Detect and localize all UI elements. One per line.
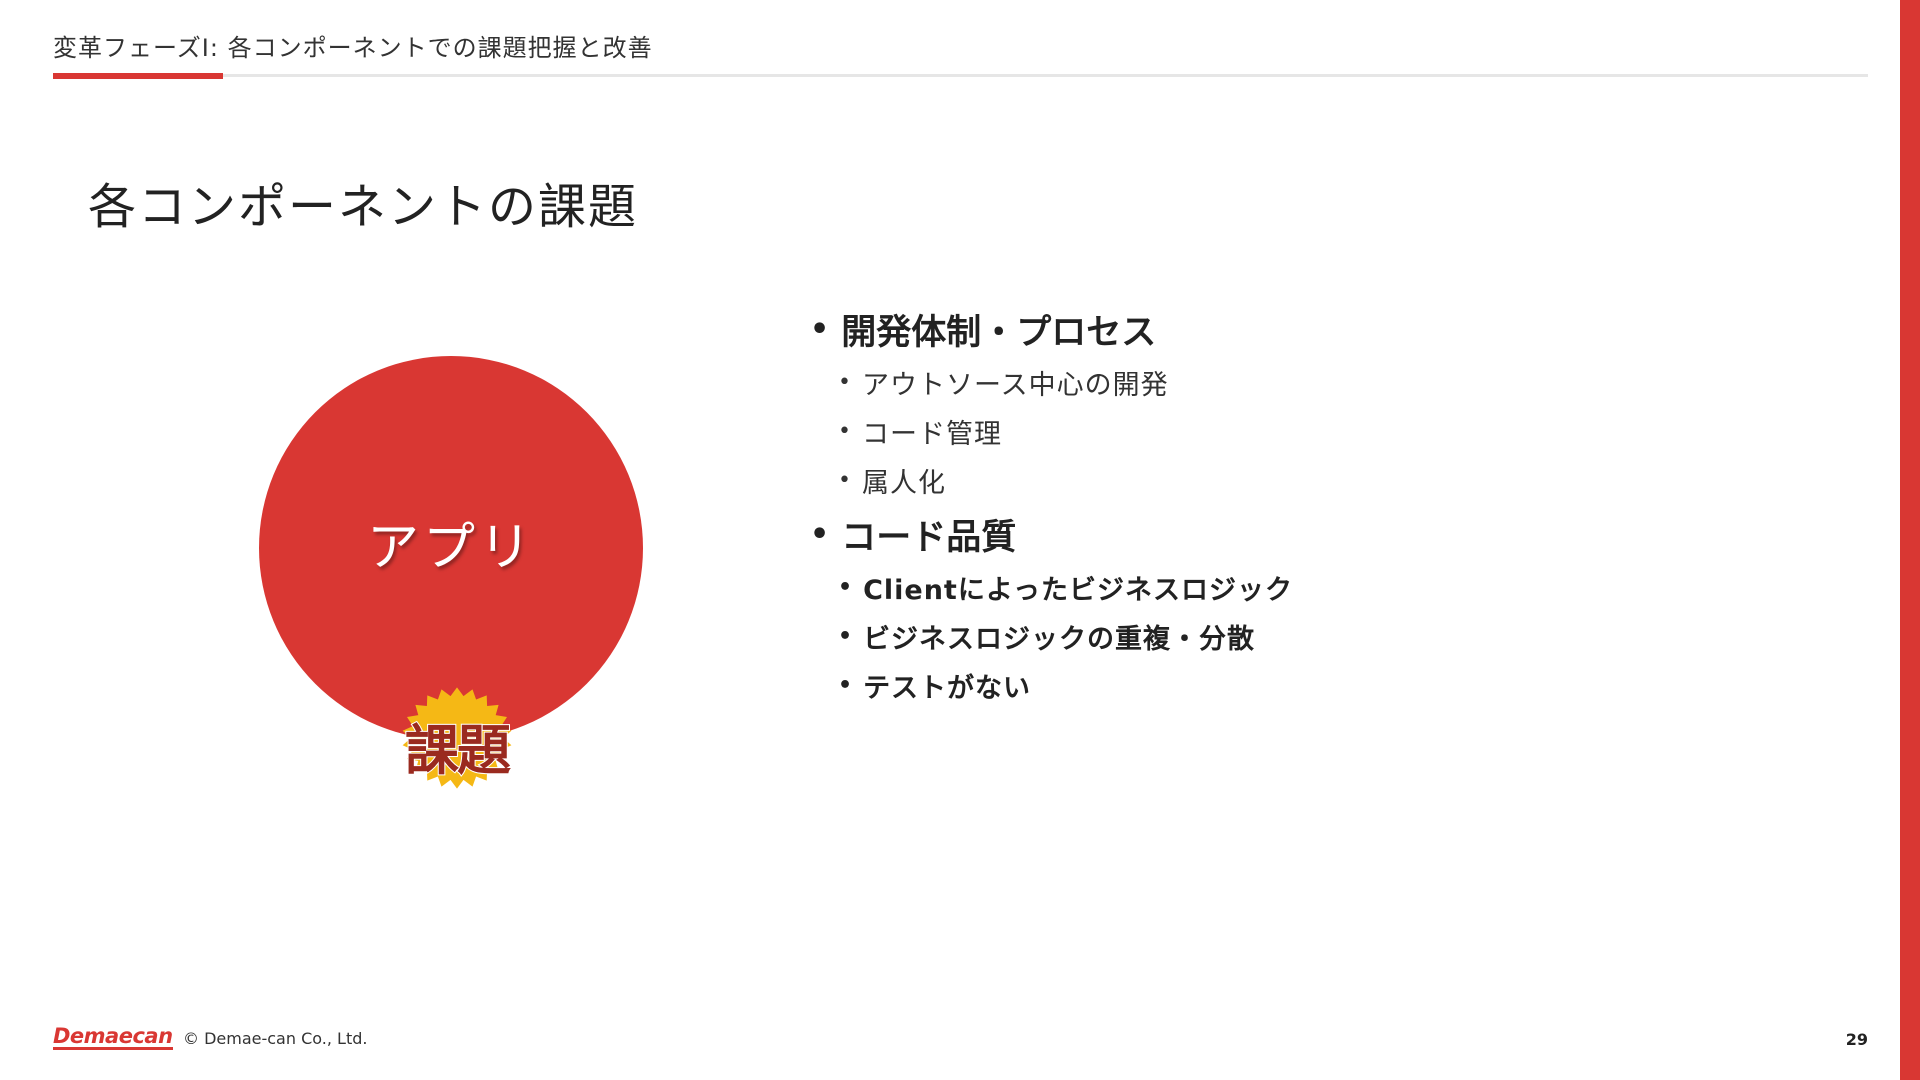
- bullet-heading-text: コード品質: [841, 517, 1017, 558]
- bullet-dot-icon: •: [838, 370, 852, 395]
- bullet-dot-icon: •: [838, 624, 854, 649]
- bullet-item-text: 属人化: [861, 468, 946, 499]
- slide-title: 各コンポーネントの課題: [88, 179, 639, 236]
- bullet-section: • コード品質 • Clientによったビジネスロジック • ビジネスロジックの…: [810, 505, 1293, 710]
- bullet-item-text: コード管理: [861, 419, 1002, 450]
- bullet-item-text: ビジネスロジックの重複・分散: [863, 624, 1256, 655]
- bullet-item-text: Clientによったビジネスロジック: [863, 575, 1294, 606]
- issue-bullet-list: • 開発体制・プロセス • アウトソース中心の開発 • コード管理 • 属人化 …: [810, 300, 1293, 710]
- bullet-item: • コード管理: [810, 407, 1293, 456]
- bullet-dot-icon: •: [838, 575, 854, 600]
- bullet-item-text: テストがない: [863, 673, 1032, 704]
- company-logo: Demaecan: [53, 1024, 173, 1050]
- copyright-text: © Demae-can Co., Ltd.: [183, 1029, 368, 1048]
- bullet-dot-icon: •: [838, 468, 852, 493]
- right-edge-accent-bar: [1900, 0, 1920, 1080]
- issue-badge-label: 課題: [404, 718, 512, 783]
- bullet-section: • 開発体制・プロセス • アウトソース中心の開発 • コード管理 • 属人化: [810, 300, 1293, 505]
- bullet-dot-icon: •: [838, 419, 852, 444]
- bullet-item: • アウトソース中心の開発: [810, 358, 1293, 407]
- bullet-item: • 属人化: [810, 456, 1293, 505]
- header-divider-accent: [53, 73, 223, 79]
- bullet-dot-icon: •: [838, 673, 854, 698]
- bullet-dot-icon: •: [810, 311, 830, 347]
- bullet-item-text: アウトソース中心の開発: [861, 370, 1169, 401]
- bullet-heading: • 開発体制・プロセス: [810, 300, 1293, 358]
- bullet-item: • ビジネスロジックの重複・分散: [810, 612, 1293, 661]
- bullet-dot-icon: •: [810, 516, 830, 552]
- app-component-label: アプリ: [366, 518, 535, 578]
- bullet-item: • Clientによったビジネスロジック: [810, 563, 1293, 612]
- section-header-title: 変革フェーズⅠ: 各コンポーネントでの課題把握と改善: [53, 34, 653, 62]
- bullet-heading-text: 開発体制・プロセス: [841, 312, 1157, 353]
- page-number: 29: [1845, 1030, 1868, 1049]
- bullet-heading: • コード品質: [810, 505, 1293, 563]
- bullet-item: • テストがない: [810, 661, 1293, 710]
- header-divider: [53, 74, 1868, 77]
